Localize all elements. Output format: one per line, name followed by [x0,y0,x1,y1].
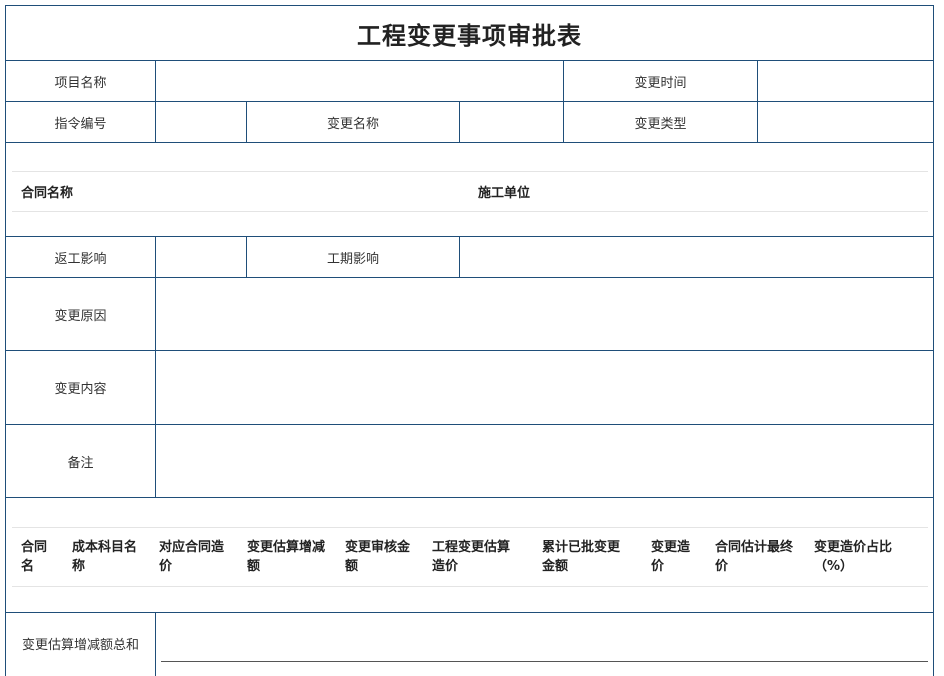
cost-header-cost-ratio: 变更造价占比（%） [814,540,893,574]
cost-header-estimated-cost: 工程变更估算造价 [432,540,511,574]
estimate-total-field[interactable] [156,613,933,673]
change-content-field[interactable] [156,351,933,424]
contract-name-label: 合同名称 [21,186,74,201]
inner-table-line [12,527,928,528]
cost-header-contract-price: 对应合同造价 [159,540,225,574]
cost-header-cumulative-approved: 累计已批变更金额 [542,540,621,574]
schedule-impact-field[interactable] [460,237,933,277]
row-divider [5,142,934,143]
change-name-label: 变更名称 [326,116,379,132]
cost-header-contract-name: 合同名 [21,540,48,574]
cost-header-estimate-change: 变更估算增减额 [247,540,326,574]
change-time-field[interactable] [758,61,933,101]
row-divider [5,497,934,498]
remarks-field[interactable] [156,425,933,497]
change-type-label: 变更类型 [634,116,687,132]
change-reason-field[interactable] [156,278,933,350]
instruction-no-label: 指令编号 [54,116,107,132]
rework-impact-label: 返工影响 [54,251,107,267]
form-title: 工程变更事项审批表 [357,22,582,50]
change-type-field[interactable] [758,102,933,142]
schedule-impact-label: 工期影响 [326,251,379,267]
instruction-no-field[interactable] [156,102,246,142]
estimate-total-underline [161,661,928,662]
cost-header-change-cost: 变更造价 [651,540,691,574]
change-content-label: 变更内容 [54,382,107,397]
change-name-field[interactable] [460,102,563,142]
remarks-label: 备注 [67,455,94,471]
construction-unit-label: 施工单位 [478,186,531,201]
cost-header-audit-amount: 变更审核金额 [345,540,411,574]
estimate-total-label: 变更估算增减额总和 [21,637,139,653]
rework-impact-field[interactable] [156,237,246,277]
cost-header-cost-subject: 成本科目名称 [72,540,138,574]
project-name-field[interactable] [156,61,563,101]
inner-table-line [12,586,928,587]
cost-header-final-price: 合同估计最终价 [715,540,794,574]
change-time-label: 变更时间 [634,75,687,91]
change-reason-label: 变更原因 [54,308,107,324]
inner-table-line [12,211,928,212]
project-name-label: 项目名称 [54,75,107,91]
